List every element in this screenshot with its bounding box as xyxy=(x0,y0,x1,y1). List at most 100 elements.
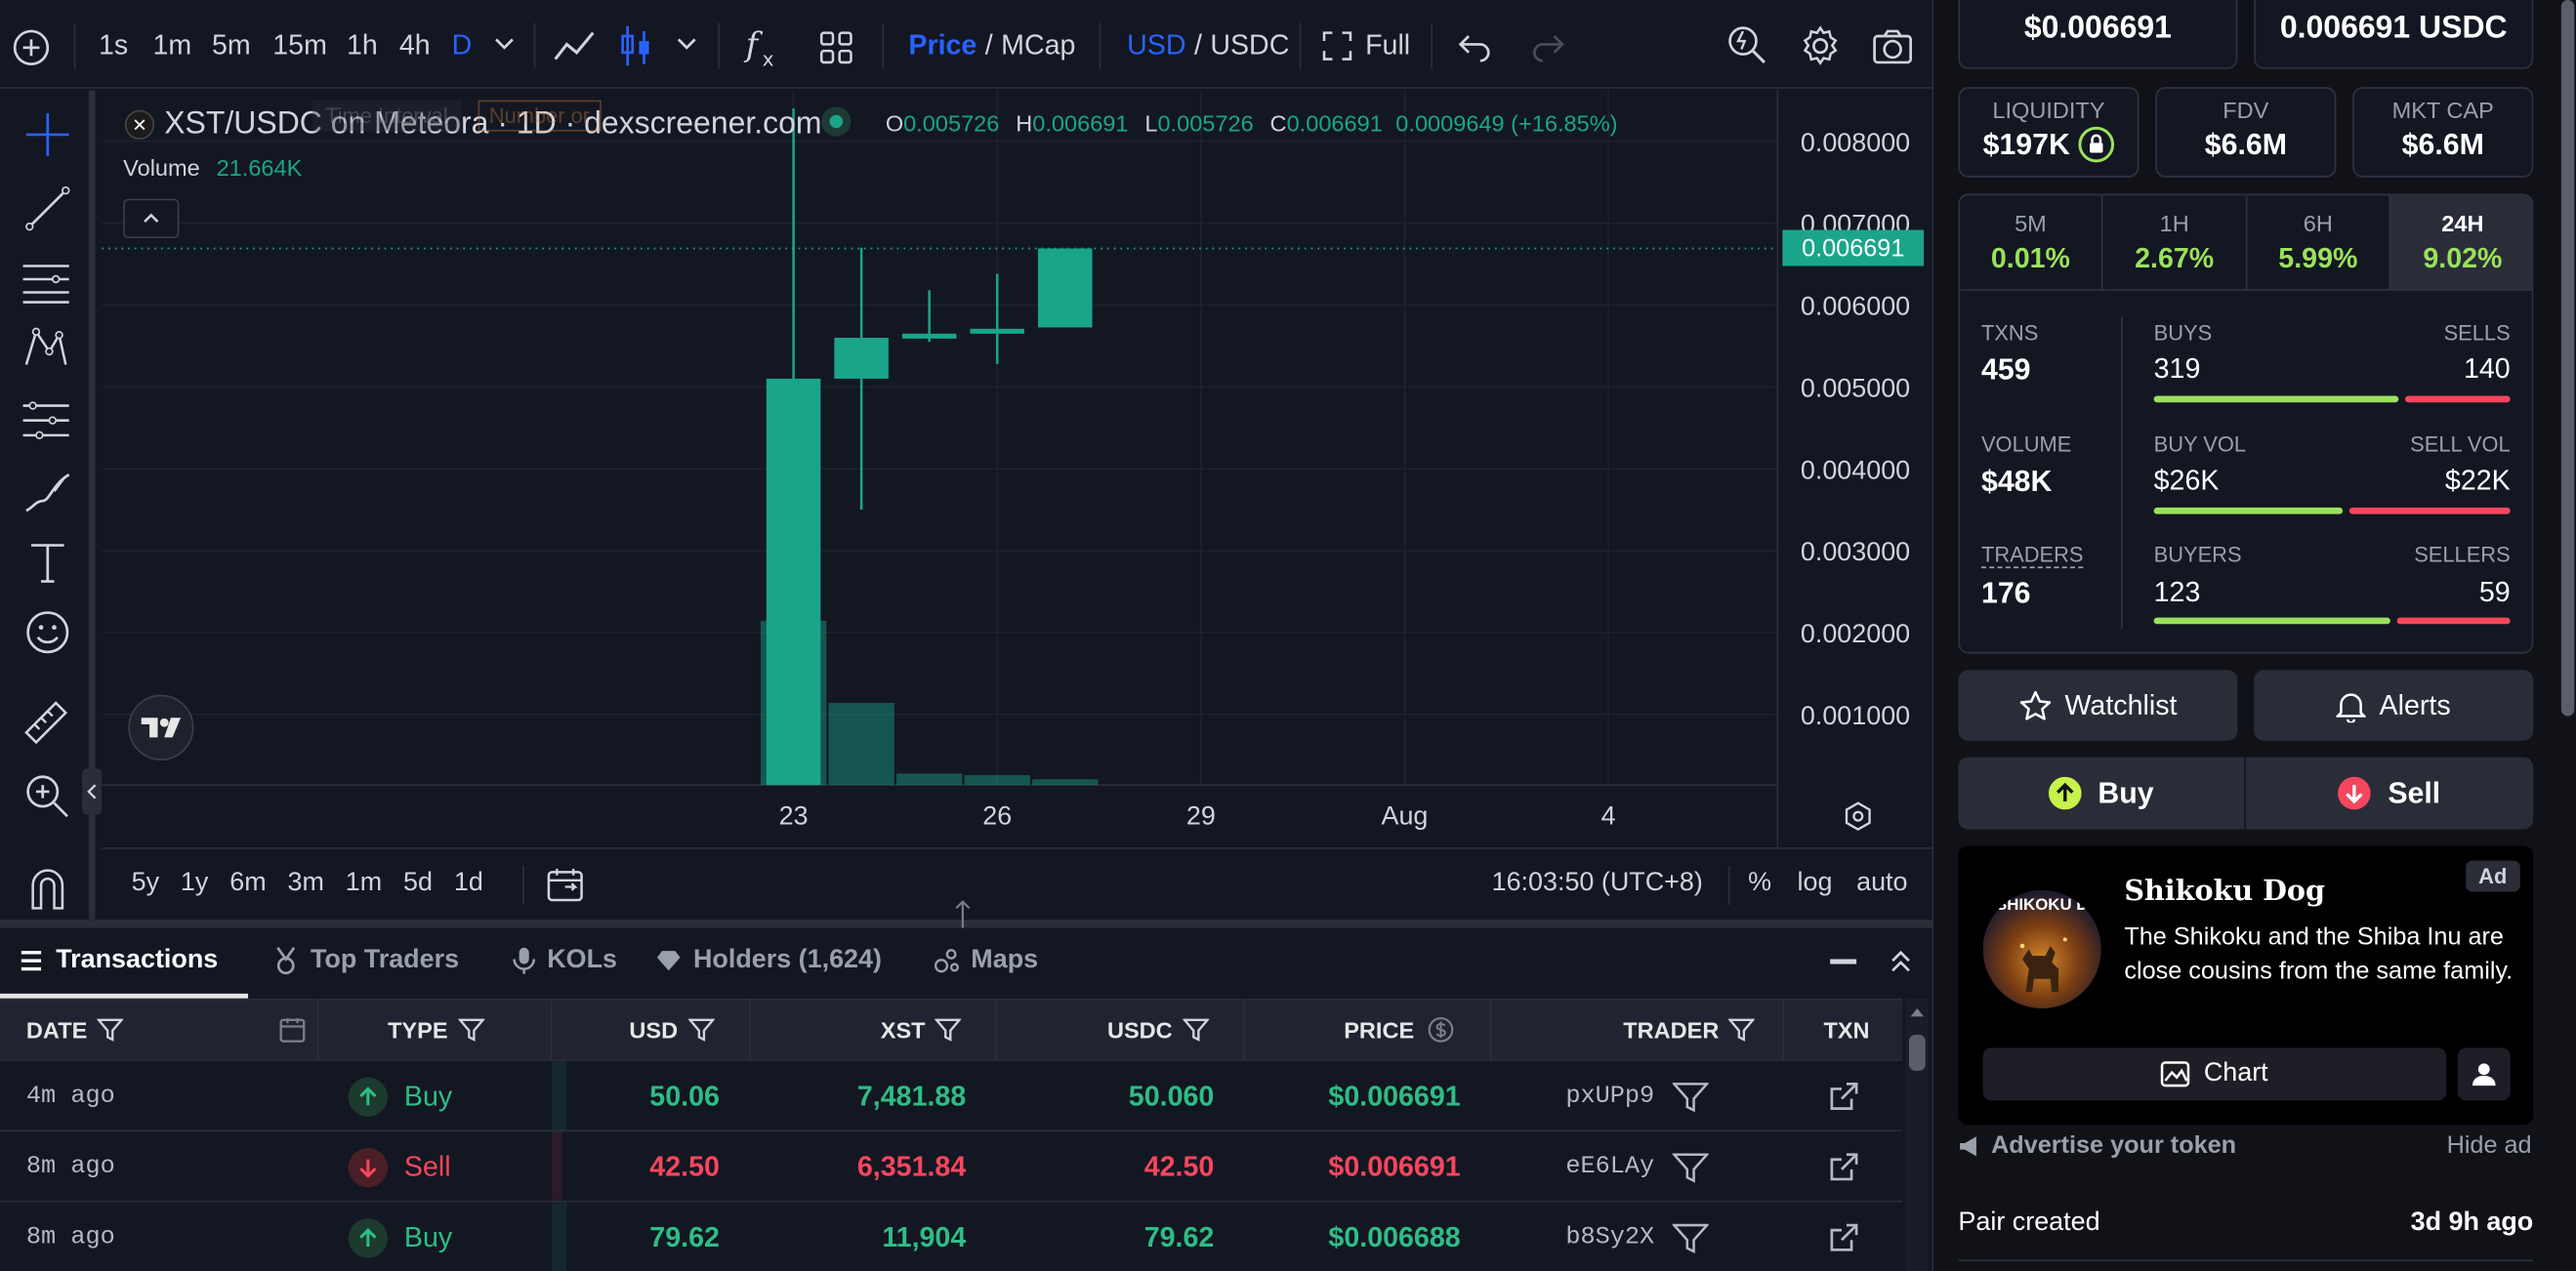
buy-button[interactable]: Buy xyxy=(1958,757,2246,830)
filter-icon[interactable] xyxy=(935,1016,962,1043)
filter-icon[interactable] xyxy=(97,1016,124,1043)
interval-15m[interactable]: 15m xyxy=(272,29,327,62)
watchlist-button[interactable]: Watchlist xyxy=(1958,670,2238,741)
cell-trader[interactable]: pxUPp9 xyxy=(1565,1061,1654,1131)
range-1m[interactable]: 1m xyxy=(346,869,382,898)
expand-panel-icon[interactable] xyxy=(1890,948,1913,974)
interval-1m[interactable]: 1m xyxy=(152,29,191,62)
advertise-link[interactable]: Advertise your token xyxy=(1958,1131,2236,1160)
tradingview-logo-icon[interactable] xyxy=(128,694,194,760)
tab-kols[interactable]: KOLs xyxy=(513,928,617,994)
tab-top-traders[interactable]: Top Traders xyxy=(272,928,459,994)
period-6h[interactable]: 6H 5.99% xyxy=(2247,195,2390,291)
table-scrollbar[interactable] xyxy=(1905,998,1930,1271)
header-trader[interactable]: TRADER xyxy=(1623,1001,1756,1060)
header-price[interactable]: PRICE xyxy=(1344,1001,1453,1060)
hide-ad-link[interactable]: Hide ad xyxy=(2447,1131,2532,1160)
usdc-option[interactable]: USDC xyxy=(1210,29,1289,62)
chart-type-chevron-icon[interactable] xyxy=(675,36,698,53)
range-5d[interactable]: 5d xyxy=(403,869,433,898)
period-24h[interactable]: 24H 9.02% xyxy=(2389,195,2532,291)
price-chart[interactable]: 0.0080000.0070000.0060000.0050000.004000… xyxy=(102,90,1932,921)
add-symbol-icon[interactable] xyxy=(10,26,53,69)
fullscreen-button[interactable]: Full xyxy=(1322,29,1410,62)
price-mcap-toggle[interactable]: Price / MCap xyxy=(908,29,1075,62)
filter-icon[interactable] xyxy=(1728,1016,1756,1043)
filter-icon[interactable] xyxy=(1182,1016,1209,1043)
chart-area[interactable]: 0.008000 0.007000 0.006000 0.005000 0.004000… xyxy=(102,90,1932,921)
ad-card[interactable]: Ad SHIKOKU D Shikoku Dog The Shikoku and… xyxy=(1958,845,2534,1126)
interval-1s[interactable]: 1s xyxy=(99,29,128,62)
text-tool-icon[interactable] xyxy=(26,539,69,585)
minimize-panel-icon[interactable] xyxy=(1830,959,1857,964)
range-6m[interactable]: 6m xyxy=(229,869,266,898)
table-row[interactable]: 8m ago Sell 42.50 6,351.84 42.50 $0.006691 eE6… xyxy=(0,1129,1903,1202)
patterns-icon[interactable] xyxy=(21,323,70,372)
quick-search-icon[interactable] xyxy=(1725,23,1768,66)
tab-transactions[interactable]: Transactions xyxy=(0,928,249,999)
interval-d[interactable]: D xyxy=(452,29,473,62)
goto-date-calendar-icon[interactable] xyxy=(546,866,585,905)
currency-toggle-icon[interactable] xyxy=(1428,1016,1454,1043)
filter-icon[interactable] xyxy=(687,1016,715,1043)
header-usdc[interactable]: USDC xyxy=(1107,1001,1209,1060)
zoom-in-icon[interactable] xyxy=(23,772,72,821)
header-xst[interactable]: XST xyxy=(881,1001,962,1060)
range-1d[interactable]: 1d xyxy=(454,869,483,898)
trader-filter-icon[interactable] xyxy=(1672,1203,1709,1271)
log-scale-toggle[interactable]: log xyxy=(1798,869,1833,898)
mcap-option[interactable]: MCap xyxy=(1001,29,1075,62)
collapse-toolbar-chevron-icon[interactable] xyxy=(82,768,103,815)
usd-option[interactable]: USD xyxy=(1127,29,1185,62)
header-type[interactable]: TYPE xyxy=(388,1001,484,1060)
external-link-icon[interactable] xyxy=(1827,1061,1860,1131)
line-chart-icon[interactable] xyxy=(552,26,598,65)
trader-filter-icon[interactable] xyxy=(1672,1061,1709,1131)
indicators-fx-icon[interactable]: fx xyxy=(742,23,781,68)
alerts-button[interactable]: Alerts xyxy=(2254,670,2534,741)
forecasting-icon[interactable] xyxy=(20,395,72,444)
magnet-icon[interactable] xyxy=(23,862,72,911)
range-1y[interactable]: 1y xyxy=(181,869,208,898)
panel-scrollbar[interactable] xyxy=(2559,0,2576,1271)
trader-filter-icon[interactable] xyxy=(1672,1131,1709,1202)
external-link-icon[interactable] xyxy=(1827,1203,1860,1271)
settings-gear-icon[interactable] xyxy=(1799,24,1842,67)
candles-icon[interactable] xyxy=(618,23,654,69)
emoji-icon[interactable] xyxy=(23,607,72,656)
header-usd[interactable]: USD xyxy=(629,1001,715,1060)
range-5y[interactable]: 5y xyxy=(132,869,159,898)
cell-trader[interactable]: b8Sy2X xyxy=(1565,1203,1654,1271)
cell-trader[interactable]: eE6LAy xyxy=(1565,1131,1654,1202)
external-link-icon[interactable] xyxy=(1827,1131,1860,1202)
layouts-grid-icon[interactable] xyxy=(818,29,854,65)
tab-maps[interactable]: Maps xyxy=(934,928,1038,994)
table-row[interactable]: 8m ago Buy 79.62 11,904 79.62 $0.006688 b8Sy2X xyxy=(0,1200,1903,1271)
filter-icon[interactable] xyxy=(457,1016,484,1043)
trend-line-icon[interactable] xyxy=(23,184,72,232)
redo-icon[interactable] xyxy=(1529,29,1565,62)
interval-4h[interactable]: 4h xyxy=(399,29,431,62)
range-3m[interactable]: 3m xyxy=(287,869,323,898)
lock-icon[interactable] xyxy=(2078,126,2115,163)
period-1h[interactable]: 1H 2.67% xyxy=(2102,195,2248,291)
price-option[interactable]: Price xyxy=(908,29,976,62)
currency-toggle[interactable]: USD / USDC xyxy=(1127,29,1289,62)
clock-time[interactable]: 16:03:50 (UTC+8) xyxy=(1492,869,1703,898)
brush-icon[interactable] xyxy=(21,468,74,516)
fib-lines-icon[interactable] xyxy=(20,256,72,305)
screenshot-camera-icon[interactable] xyxy=(1871,26,1914,65)
interval-5m[interactable]: 5m xyxy=(212,29,251,62)
axis-settings-icon[interactable] xyxy=(1844,801,1873,831)
crosshair-icon[interactable] xyxy=(23,110,72,159)
ad-chart-button[interactable]: Chart xyxy=(1982,1047,2447,1101)
ruler-icon[interactable] xyxy=(21,698,70,747)
sell-button[interactable]: Sell xyxy=(2246,758,2533,830)
percent-scale-toggle[interactable]: % xyxy=(1748,869,1771,898)
collapse-legend-button[interactable] xyxy=(123,198,180,238)
tab-holders[interactable]: Holders (1,624) xyxy=(655,928,882,994)
auto-scale-toggle[interactable]: auto xyxy=(1856,869,1907,898)
header-date[interactable]: DATE xyxy=(26,1001,124,1060)
ad-profile-button[interactable] xyxy=(2457,1047,2511,1101)
table-row[interactable]: 4m ago Buy 50.06 7,481.88 50.060 $0.006691 pxU… xyxy=(0,1059,1903,1131)
